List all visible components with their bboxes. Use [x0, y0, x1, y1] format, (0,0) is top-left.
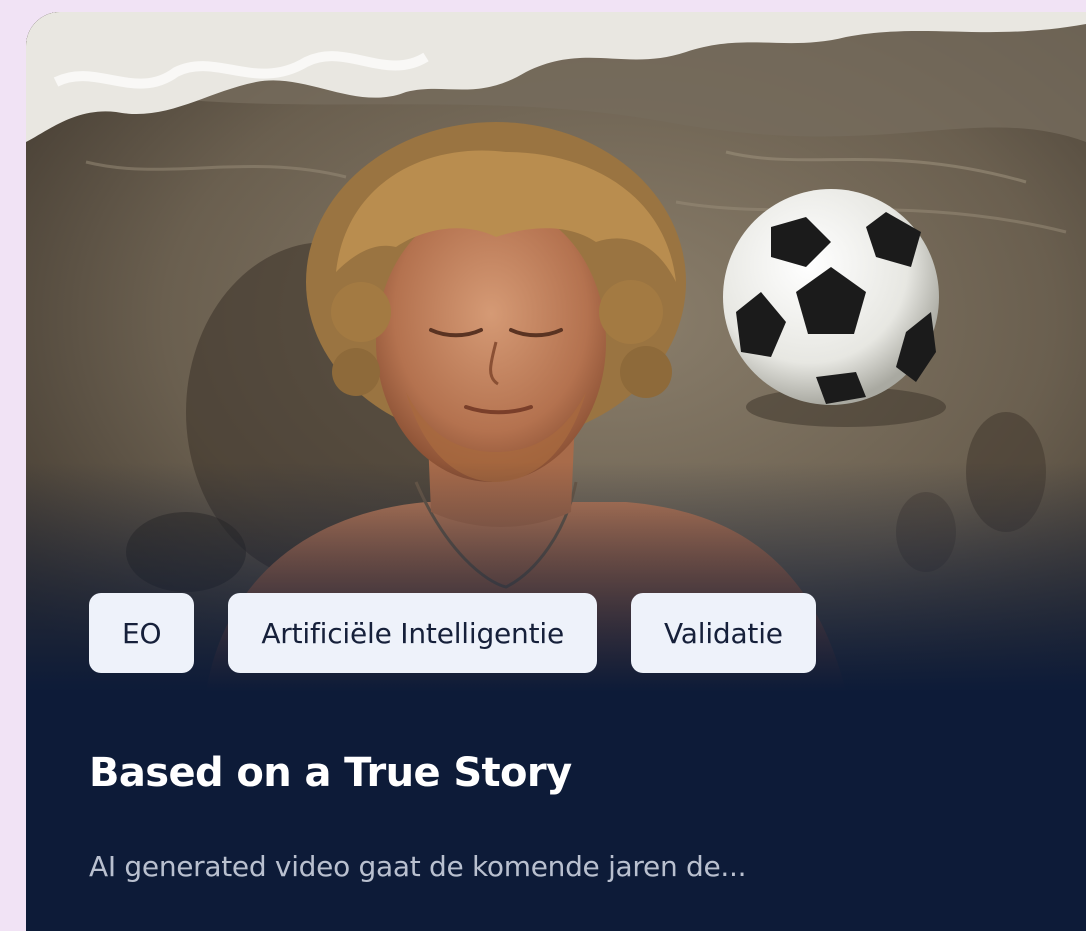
page: EO Artificiële Intelligentie Validatie B…: [0, 0, 1086, 931]
article-card[interactable]: EO Artificiële Intelligentie Validatie B…: [26, 12, 1086, 931]
card-title[interactable]: Based on a True Story: [89, 750, 572, 796]
tag-list: EO Artificiële Intelligentie Validatie: [89, 593, 816, 673]
card-excerpt: AI generated video gaat de komende jaren…: [89, 850, 747, 883]
tag-eo[interactable]: EO: [89, 593, 195, 673]
hero-image: [26, 12, 1086, 692]
tag-artificiele-intelligentie[interactable]: Artificiële Intelligentie: [228, 593, 597, 673]
tag-validatie[interactable]: Validatie: [631, 593, 816, 673]
